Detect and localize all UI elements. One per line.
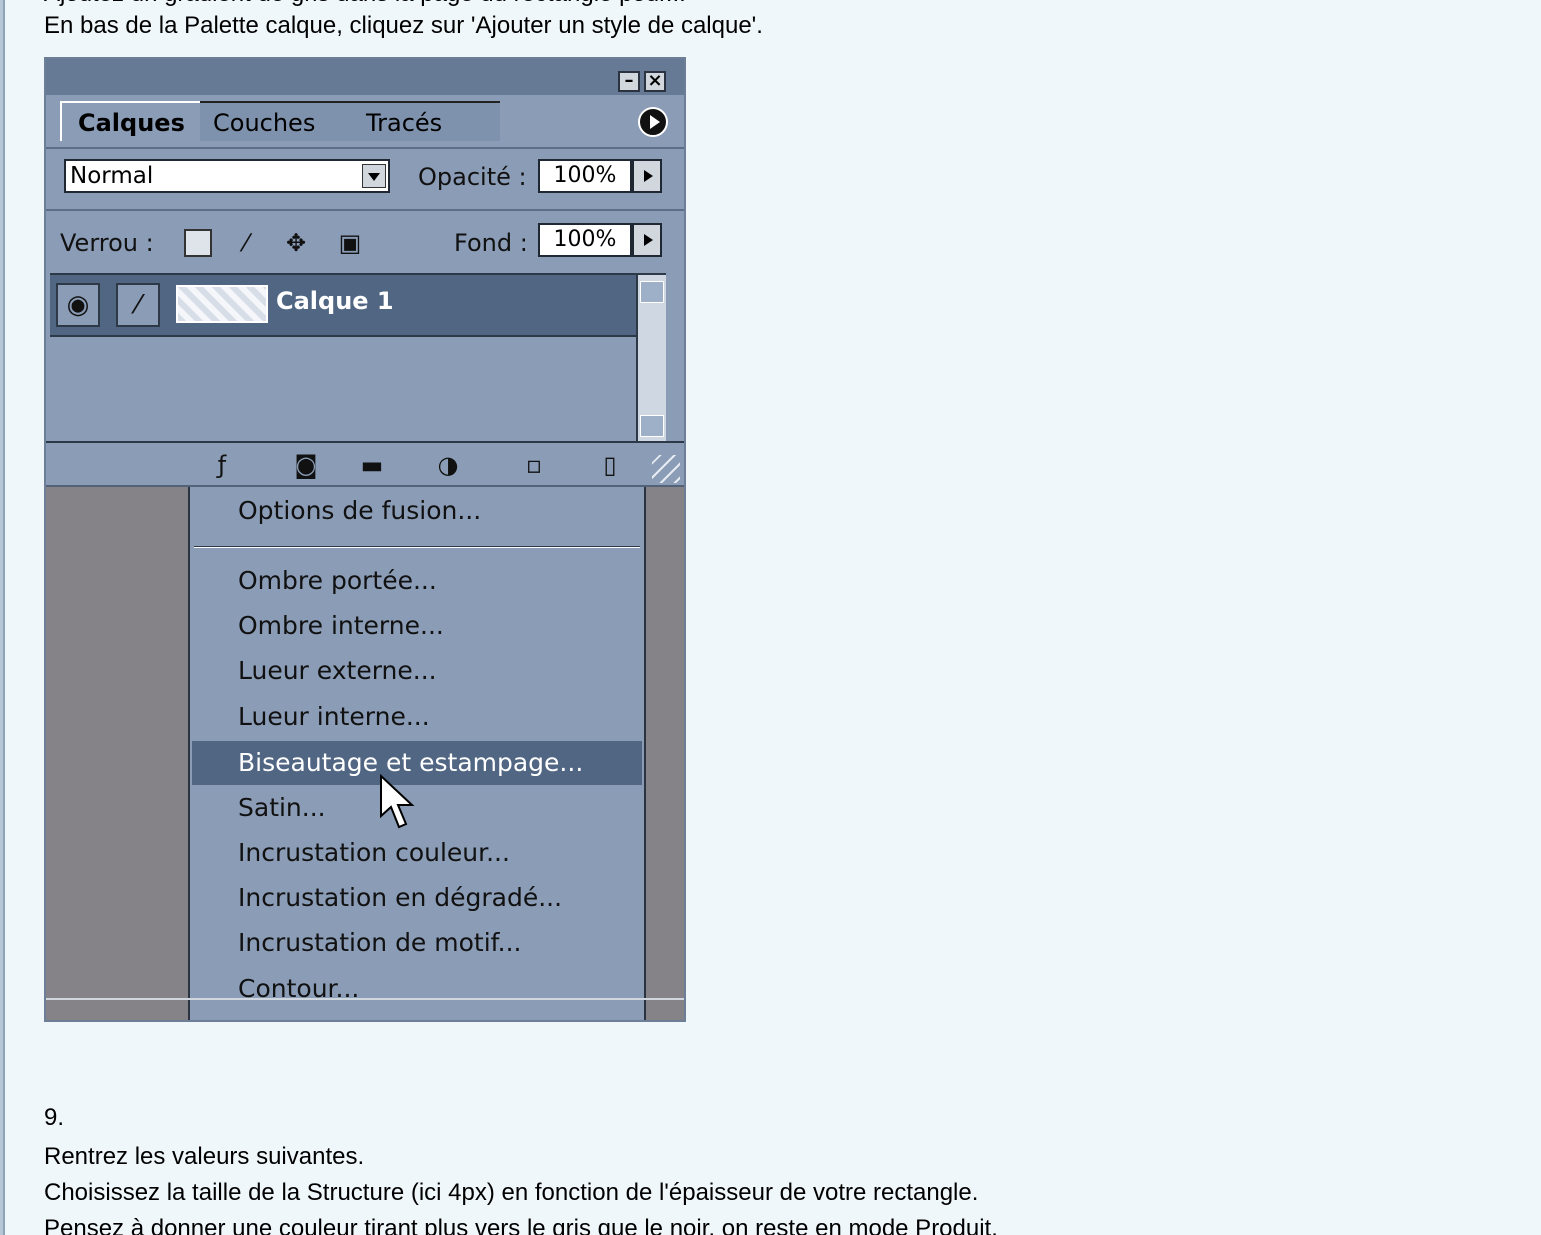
divider xyxy=(46,209,684,211)
scroll-down-icon[interactable] xyxy=(640,415,664,437)
menu-item-options-de-fusion[interactable]: Options de fusion... xyxy=(192,489,642,533)
blend-mode-select[interactable]: Normal xyxy=(64,159,390,193)
mouse-pointer-icon xyxy=(380,774,415,829)
adjustment-icon[interactable]: ◑ xyxy=(432,449,464,481)
menu-separator xyxy=(194,546,640,548)
close-button[interactable]: × xyxy=(644,71,666,92)
lock-all-icon[interactable]: ▣ xyxy=(336,229,364,257)
tab-traces[interactable]: Tracés xyxy=(350,101,500,141)
lock-move-icon[interactable]: ✥ xyxy=(282,229,310,257)
trash-icon[interactable]: ▯ xyxy=(594,449,626,481)
resize-grip-icon[interactable] xyxy=(652,455,680,483)
menu-item-incrustation-motif[interactable]: Incrustation de motif... xyxy=(192,921,642,965)
opacity-slider-arrow-icon[interactable] xyxy=(632,159,662,193)
cut-text-line: Ajoutez un gradient de gris dans la page… xyxy=(44,0,686,8)
menu-item-ombre-portee[interactable]: Ombre portée... xyxy=(192,559,642,603)
divider xyxy=(46,147,684,149)
palette-tabs: Calques Couches Tracés xyxy=(60,101,640,141)
opacity-field[interactable]: 100% xyxy=(538,159,632,193)
layer-style-menu: Options de fusion... Ombre portée... Omb… xyxy=(188,487,646,1020)
blend-mode-value: Normal xyxy=(70,163,154,189)
minimize-button[interactable]: – xyxy=(618,71,640,92)
tab-calques-label: Calques xyxy=(78,109,185,137)
folder-icon[interactable]: ▬ xyxy=(356,449,388,481)
eye-icon[interactable]: ◉ xyxy=(56,283,100,327)
palette-titlebar: – × xyxy=(46,59,684,95)
tab-couches[interactable]: Couches xyxy=(197,101,357,141)
fill-field[interactable]: 100% xyxy=(538,223,632,257)
opacity-label: Opacité : xyxy=(418,163,527,191)
brush-icon[interactable]: ⁄ xyxy=(116,283,160,327)
tab-calques[interactable]: Calques xyxy=(60,101,200,141)
fx-icon[interactable]: ƒ xyxy=(206,449,238,481)
lock-label: Verrou : xyxy=(60,229,154,257)
layers-palette: – × Calques Couches Tracés Normal Opacit… xyxy=(46,59,684,487)
layers-scrollbar[interactable] xyxy=(636,275,666,443)
step-line-3: Pensez à donner une couleur tirant plus … xyxy=(44,1215,998,1235)
menu-item-incrustation-degrade[interactable]: Incrustation en dégradé... xyxy=(192,876,642,920)
new-layer-icon[interactable]: ▫ xyxy=(518,449,550,481)
intro-text: En bas de la Palette calque, cliquez sur… xyxy=(44,12,763,39)
lock-paint-brush-icon[interactable]: ⁄ xyxy=(232,229,260,257)
chevron-down-icon[interactable] xyxy=(362,164,386,188)
layers-list: ◉ ⁄ Calque 1 xyxy=(50,273,666,443)
layer-thumbnail xyxy=(176,285,268,323)
fill-slider-arrow-icon[interactable] xyxy=(632,223,662,257)
menu-item-lueur-externe[interactable]: Lueur externe... xyxy=(192,649,642,693)
photoshop-screenshot: – × Calques Couches Tracés Normal Opacit… xyxy=(44,57,686,1022)
menu-item-ombre-interne[interactable]: Ombre interne... xyxy=(192,604,642,648)
scroll-up-icon[interactable] xyxy=(640,281,664,303)
step-number: 9. xyxy=(44,1104,65,1131)
step-line-2: Choisissez la taille de la Structure (ic… xyxy=(44,1179,979,1206)
menu-item-lueur-interne[interactable]: Lueur interne... xyxy=(192,695,642,739)
menu-item-contour[interactable]: Contour... xyxy=(192,967,642,1011)
tab-couches-label: Couches xyxy=(213,109,316,137)
mask-icon[interactable]: ◙ xyxy=(290,449,322,481)
lock-transparency-icon[interactable] xyxy=(184,229,212,257)
menu-item-incrustation-couleur[interactable]: Incrustation couleur... xyxy=(192,831,642,875)
palette-menu-icon[interactable] xyxy=(638,107,668,137)
layer-row[interactable]: ◉ ⁄ Calque 1 xyxy=(50,275,644,337)
tab-traces-label: Tracés xyxy=(366,109,443,137)
screenshot-bottom-line xyxy=(46,998,684,1000)
layer-name: Calque 1 xyxy=(276,287,394,315)
fill-label: Fond : xyxy=(454,229,528,257)
palette-footer: ƒ ◙ ▬ ◑ ▫ ▯ xyxy=(46,441,684,485)
step-line-1: Rentrez les valeurs suivantes. xyxy=(44,1143,365,1170)
left-border xyxy=(0,0,5,1235)
